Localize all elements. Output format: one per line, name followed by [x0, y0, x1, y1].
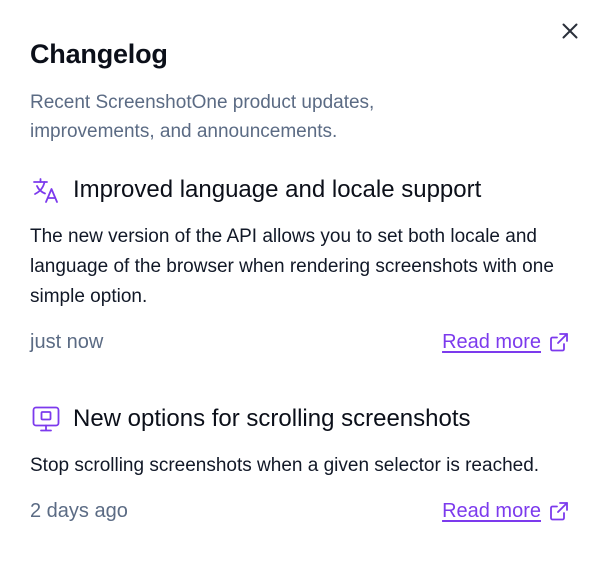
external-link-icon [548, 331, 570, 353]
translate-icon [30, 174, 62, 206]
close-icon [561, 22, 579, 45]
entry-description: Stop scrolling screenshots when a given … [30, 455, 540, 476]
read-more-link[interactable]: Read more [442, 331, 570, 354]
entry-header: New options for scrolling screenshots [30, 401, 570, 437]
entry-title: New options for scrolling screenshots [73, 405, 471, 432]
changelog-panel: Changelog Recent ScreenshotOne product u… [0, 0, 600, 563]
entry-title: Improved language and locale support [73, 176, 482, 203]
monitor-icon [30, 403, 62, 435]
page-title: Changelog [30, 39, 168, 69]
entry-footer: 2 days ago Read more [30, 496, 570, 526]
close-button[interactable] [559, 22, 581, 44]
external-link-icon [548, 500, 570, 522]
entry-timestamp: 2 days ago [30, 499, 128, 522]
page-subtitle: Recent ScreenshotOne product updates, im… [30, 92, 375, 142]
read-more-label: Read more [442, 330, 541, 353]
read-more-label: Read more [442, 499, 541, 522]
read-more-link[interactable]: Read more [442, 500, 570, 523]
entry-header: Improved language and locale support [30, 172, 570, 208]
entry-footer: just now Read more [30, 327, 570, 357]
entry-description: The new version of the API allows you to… [30, 226, 554, 307]
changelog-entry: New options for scrolling screenshots St… [30, 401, 570, 526]
entry-timestamp: just now [30, 330, 104, 353]
changelog-entry: Improved language and locale support The… [30, 172, 570, 357]
